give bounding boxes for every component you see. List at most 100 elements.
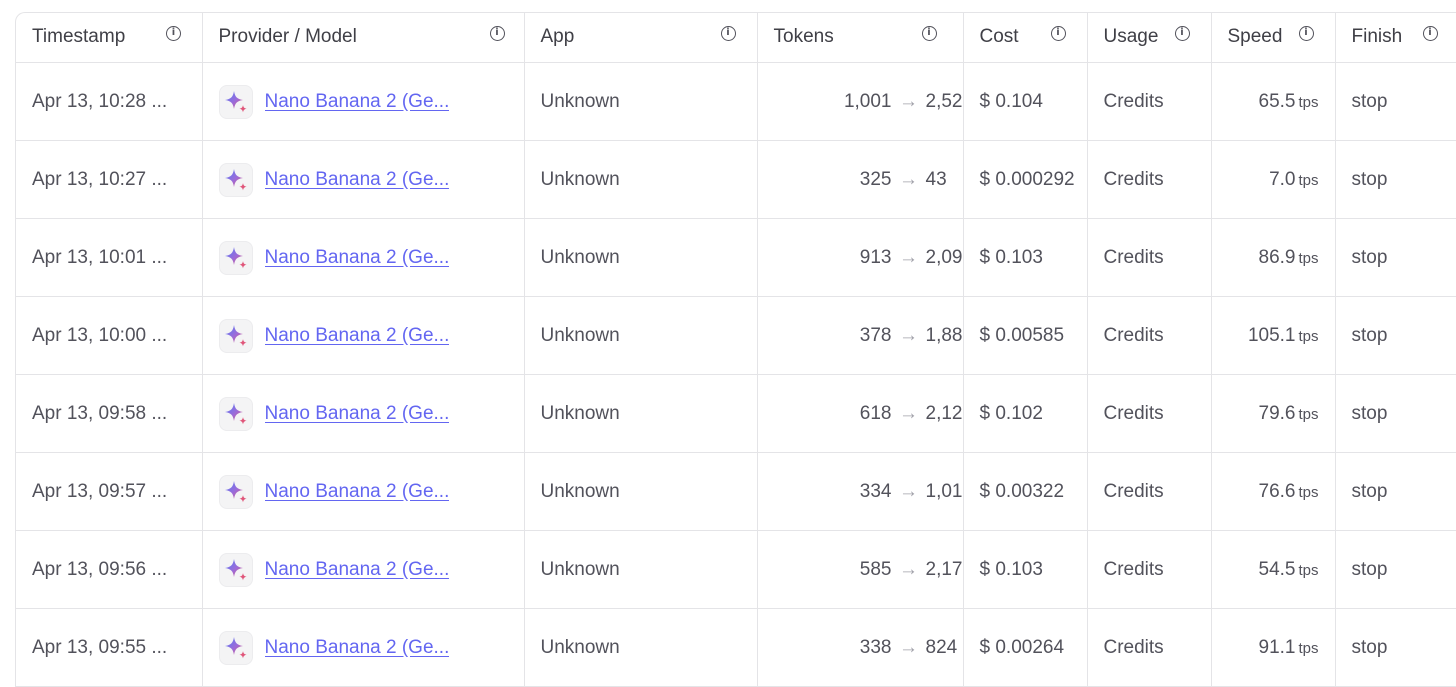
tokens-in: 325 bbox=[859, 168, 892, 190]
tokens-cell: 618 → 2,121 bbox=[757, 374, 964, 453]
column-header-app[interactable]: App i bbox=[524, 13, 758, 63]
provider-model-cell: Nano Banana 2 (Ge... bbox=[202, 374, 525, 453]
speed-cell: 76.6 tps bbox=[1211, 452, 1336, 531]
app-cell: Unknown bbox=[524, 296, 758, 375]
model-link[interactable]: Nano Banana 2 (Ge... bbox=[265, 403, 450, 425]
timestamp-cell: Apr 13, 09:56 ... bbox=[16, 530, 203, 609]
tokens-out: 2,179 bbox=[925, 558, 963, 580]
column-header-label: Provider / Model bbox=[218, 26, 357, 48]
gemini-sparkle-icon bbox=[218, 84, 253, 119]
finish-cell: stop bbox=[1335, 62, 1456, 141]
model-link[interactable]: Nano Banana 2 (Ge... bbox=[265, 559, 450, 581]
column-header-label: App bbox=[540, 26, 575, 48]
column-header-speed[interactable]: Speed i bbox=[1211, 13, 1336, 63]
info-icon[interactable]: i bbox=[720, 26, 736, 41]
column-header-finish[interactable]: Finish i bbox=[1335, 13, 1456, 63]
cost-cell: $ 0.00322 bbox=[963, 452, 1088, 531]
speed-unit: tps bbox=[1298, 93, 1319, 111]
timestamp-cell: Apr 13, 10:00 ... bbox=[16, 296, 203, 375]
usage-cell: Credits bbox=[1087, 374, 1212, 453]
app-cell: Unknown bbox=[524, 374, 758, 453]
cost-cell: $ 0.000292 bbox=[963, 140, 1088, 219]
provider-model-cell: Nano Banana 2 (Ge... bbox=[202, 218, 525, 297]
model-link[interactable]: Nano Banana 2 (Ge... bbox=[265, 637, 450, 659]
provider-model-cell: Nano Banana 2 (Ge... bbox=[202, 530, 525, 609]
tokens-in: 338 bbox=[859, 636, 892, 658]
table-row[interactable]: Apr 13, 09:56 ... Nano Banana 2 (Ge... U… bbox=[16, 530, 1456, 609]
column-header-provider-model[interactable]: Provider / Model i bbox=[202, 13, 525, 63]
arrow-right-icon: → bbox=[899, 90, 918, 112]
table-row[interactable]: Apr 13, 10:27 ... Nano Banana 2 (Ge... U… bbox=[16, 140, 1456, 219]
usage-cell: Credits bbox=[1087, 452, 1212, 531]
usage-cell: Credits bbox=[1087, 530, 1212, 609]
info-icon[interactable]: i bbox=[1298, 26, 1314, 41]
finish-cell: stop bbox=[1335, 530, 1456, 609]
speed-unit: tps bbox=[1298, 171, 1319, 189]
arrow-right-icon: → bbox=[899, 558, 918, 580]
tokens-in: 1,001 bbox=[843, 90, 892, 112]
app-cell: Unknown bbox=[524, 608, 758, 687]
arrow-right-icon: → bbox=[899, 636, 918, 658]
info-icon[interactable]: i bbox=[1050, 26, 1066, 41]
finish-cell: stop bbox=[1335, 452, 1456, 531]
app-cell: Unknown bbox=[524, 62, 758, 141]
speed-cell: 65.5 tps bbox=[1211, 62, 1336, 141]
info-icon[interactable]: i bbox=[921, 26, 937, 41]
speed-value: 76.6 bbox=[1258, 480, 1296, 502]
speed-cell: 79.6 tps bbox=[1211, 374, 1336, 453]
table-row[interactable]: Apr 13, 10:00 ... Nano Banana 2 (Ge... U… bbox=[16, 296, 1456, 375]
speed-value: 54.5 bbox=[1258, 558, 1296, 580]
info-icon[interactable]: i bbox=[1422, 26, 1438, 41]
timestamp-cell: Apr 13, 10:01 ... bbox=[16, 218, 203, 297]
tokens-out: 2,097 bbox=[925, 246, 963, 268]
info-icon[interactable]: i bbox=[1174, 26, 1190, 41]
gemini-sparkle-icon bbox=[218, 630, 253, 665]
tokens-in: 378 bbox=[859, 324, 892, 346]
gemini-sparkle-icon bbox=[218, 396, 253, 431]
column-header-label: Usage bbox=[1103, 26, 1159, 48]
tokens-in: 618 bbox=[859, 402, 892, 424]
table-row[interactable]: Apr 13, 09:57 ... Nano Banana 2 (Ge... U… bbox=[16, 452, 1456, 531]
usage-cell: Credits bbox=[1087, 62, 1212, 141]
tokens-out: 824 bbox=[925, 636, 958, 658]
tokens-out: 2,529 bbox=[925, 90, 963, 112]
table-row[interactable]: Apr 13, 10:28 ... Nano Banana 2 (Ge... U… bbox=[16, 62, 1456, 141]
table-row[interactable]: Apr 13, 09:58 ... Nano Banana 2 (Ge... U… bbox=[16, 374, 1456, 453]
tokens-out: 43 bbox=[925, 168, 947, 190]
column-header-timestamp[interactable]: Timestamp i bbox=[16, 13, 203, 63]
model-link[interactable]: Nano Banana 2 (Ge... bbox=[265, 247, 450, 269]
tokens-cell: 334 → 1,018 bbox=[757, 452, 964, 531]
model-link[interactable]: Nano Banana 2 (Ge... bbox=[265, 91, 450, 113]
timestamp-cell: Apr 13, 10:28 ... bbox=[16, 62, 203, 141]
model-link[interactable]: Nano Banana 2 (Ge... bbox=[265, 169, 450, 191]
tokens-in: 913 bbox=[859, 246, 892, 268]
speed-value: 7.0 bbox=[1269, 168, 1296, 190]
gemini-sparkle-icon bbox=[218, 552, 253, 587]
model-link[interactable]: Nano Banana 2 (Ge... bbox=[265, 481, 450, 503]
info-icon[interactable]: i bbox=[489, 26, 505, 41]
model-link[interactable]: Nano Banana 2 (Ge... bbox=[265, 325, 450, 347]
table-row[interactable]: Apr 13, 10:01 ... Nano Banana 2 (Ge... U… bbox=[16, 218, 1456, 297]
cost-cell: $ 0.103 bbox=[963, 218, 1088, 297]
column-header-cost[interactable]: Cost i bbox=[963, 13, 1088, 63]
tokens-in: 585 bbox=[859, 558, 892, 580]
tokens-out: 1,018 bbox=[925, 480, 963, 502]
gemini-sparkle-icon bbox=[218, 162, 253, 197]
cost-cell: $ 0.103 bbox=[963, 530, 1088, 609]
tokens-cell: 378 → 1,886 bbox=[757, 296, 964, 375]
app-cell: Unknown bbox=[524, 140, 758, 219]
column-header-tokens[interactable]: Tokens i bbox=[757, 13, 964, 63]
speed-value: 91.1 bbox=[1258, 636, 1296, 658]
info-icon[interactable]: i bbox=[166, 26, 181, 41]
arrow-right-icon: → bbox=[899, 246, 918, 268]
column-header-label: Tokens bbox=[773, 26, 834, 48]
provider-model-cell: Nano Banana 2 (Ge... bbox=[202, 452, 525, 531]
column-header-label: Timestamp bbox=[32, 26, 126, 48]
column-header-usage[interactable]: Usage i bbox=[1087, 13, 1212, 63]
speed-unit: tps bbox=[1298, 483, 1319, 501]
column-header-label: Finish bbox=[1351, 26, 1403, 48]
table-row[interactable]: Apr 13, 09:55 ... Nano Banana 2 (Ge... U… bbox=[16, 608, 1456, 687]
provider-model-cell: Nano Banana 2 (Ge... bbox=[202, 62, 525, 141]
speed-value: 65.5 bbox=[1258, 90, 1296, 112]
speed-unit: tps bbox=[1298, 561, 1319, 579]
